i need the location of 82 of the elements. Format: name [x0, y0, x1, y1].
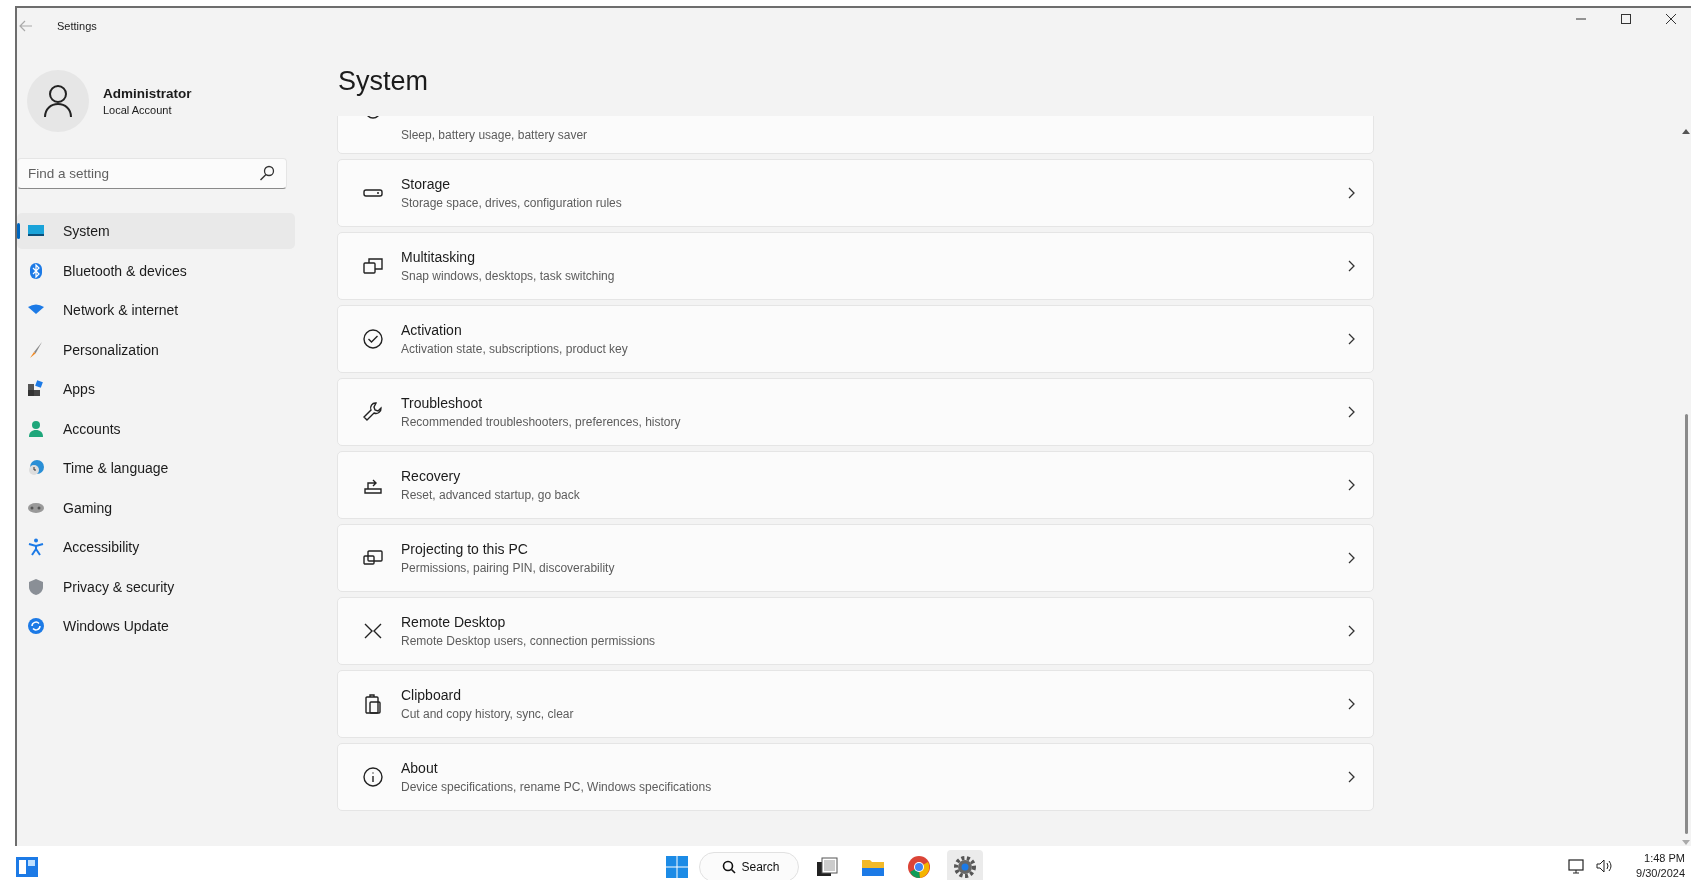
check-circle-icon	[362, 328, 384, 350]
sidebar-item[interactable]: System	[17, 213, 295, 249]
card-description: Cut and copy history, sync, clear	[401, 707, 575, 721]
clock-time[interactable]: 1:48 PM	[1644, 851, 1685, 866]
settings-card[interactable]: Clipboard Cut and copy history, sync, clear	[337, 670, 1374, 738]
card-title: Activation	[401, 322, 463, 338]
sidebar-item[interactable]: Personalization	[17, 331, 295, 368]
settings-card[interactable]: Projecting to this PC Permissions, pairing PIN, discoverability	[337, 524, 1374, 592]
sidebar-item[interactable]: Accounts	[17, 410, 295, 447]
chevron-icon	[1347, 479, 1355, 491]
windows-stack-icon	[362, 255, 384, 277]
settings-card[interactable]: Remote Desktop Remote Desktop users, connection permissions	[337, 597, 1374, 665]
settings-card[interactable]: Multitasking Snap windows, desktops, task switching	[337, 232, 1374, 300]
clock-date[interactable]: 9/30/2024	[1636, 866, 1685, 880]
sidebar-item[interactable]: Apps	[17, 371, 295, 407]
sidebar-item[interactable]: Accessibility	[17, 529, 295, 565]
close-icon[interactable]	[1665, 13, 1677, 25]
chevron-icon	[1347, 625, 1355, 637]
card-description: Storage space, drives, configuration rules	[401, 196, 623, 210]
card-description: Device specifications, rename PC, Windows specifications	[401, 780, 713, 794]
scroll-thumb[interactable]	[1684, 413, 1688, 835]
settings-card[interactable]: Storage Storage space, drives, configuration rules	[337, 159, 1374, 227]
card-title: Recovery	[401, 468, 462, 484]
accessibility-icon	[27, 538, 45, 556]
network-monitor-icon[interactable]	[1568, 858, 1587, 874]
sidebar-item[interactable]: Privacy & security	[17, 568, 295, 605]
start-icon[interactable]	[664, 855, 689, 879]
settings-card[interactable]: About Device specifications, rename PC, Windows specifications	[337, 743, 1374, 811]
card-title: Troubleshoot	[401, 395, 484, 411]
chevron-icon	[1347, 552, 1355, 564]
selection-indicator	[17, 223, 20, 239]
chevron-icon	[1347, 406, 1355, 418]
chevron-icon	[1347, 333, 1355, 345]
card-title: Clipboard	[401, 687, 462, 703]
settings-card[interactable]: Sleep, battery usage, battery saver	[337, 116, 1374, 154]
person-icon	[27, 419, 45, 438]
search-icon[interactable]	[259, 165, 275, 181]
card-description: Activation state, subscriptions, product key	[401, 342, 629, 356]
search-icon	[721, 860, 736, 874]
wrench-icon	[362, 401, 384, 423]
settings-card[interactable]: Troubleshoot Recommended troubleshooters, preferences, history	[337, 378, 1374, 446]
settings-card[interactable]: Activation Activation state, subscriptions, product key	[337, 305, 1374, 373]
chevron-icon	[1347, 260, 1355, 272]
clipboard-icon	[362, 693, 384, 715]
account-type: Local Account	[103, 104, 173, 116]
card-description: Recommended troubleshooters, preferences, history	[401, 415, 682, 429]
card-title: Projecting to this PC	[401, 541, 529, 557]
taskbar-app[interactable]	[946, 850, 983, 880]
card-description: Reset, advanced startup, go back	[401, 488, 581, 502]
sidebar-item[interactable]: Gaming	[17, 489, 295, 526]
card-title: Storage	[401, 176, 452, 192]
sidebar-item[interactable]: Time & language	[17, 450, 295, 486]
speaker-icon[interactable]	[1596, 858, 1615, 874]
maximize-icon[interactable]	[1620, 13, 1632, 25]
refresh-icon	[27, 617, 45, 635]
card-description: Sleep, battery usage, battery saver	[401, 128, 589, 142]
sidebar-item[interactable]: Windows Update	[17, 608, 295, 644]
card-description: Snap windows, desktops, task switching	[401, 269, 616, 283]
sidebar-item[interactable]: Bluetooth & devices	[17, 252, 295, 289]
info-icon	[362, 766, 384, 788]
shield-icon	[27, 577, 45, 596]
chevron-icon	[1347, 771, 1355, 783]
search-field[interactable]: Find a setting	[17, 158, 287, 189]
taskbar-search-button[interactable]: Search	[698, 852, 799, 880]
chevron-icon	[1347, 187, 1355, 199]
card-title: About	[401, 760, 439, 776]
card-description: Permissions, pairing PIN, discoverability	[401, 561, 616, 575]
card-description: Remote Desktop users, connection permissions	[401, 634, 657, 648]
page-title: System	[338, 65, 430, 98]
chevron-icon	[1347, 698, 1355, 710]
account-name: Administrator	[103, 86, 192, 101]
scroll-up-icon[interactable]	[1682, 128, 1690, 134]
sidebar-item[interactable]: Network & internet	[17, 292, 295, 328]
bluetooth-icon	[27, 261, 45, 280]
settings-card[interactable]: Recovery Reset, advanced startup, go back	[337, 451, 1374, 519]
settings-icon	[952, 855, 977, 879]
apps-icon	[27, 380, 45, 398]
globe-clock-icon	[27, 459, 45, 477]
card-title: Multitasking	[401, 249, 476, 265]
window-title: Settings	[57, 20, 97, 32]
card-title: Remote Desktop	[401, 614, 507, 630]
widgets-icon[interactable]	[15, 856, 39, 878]
